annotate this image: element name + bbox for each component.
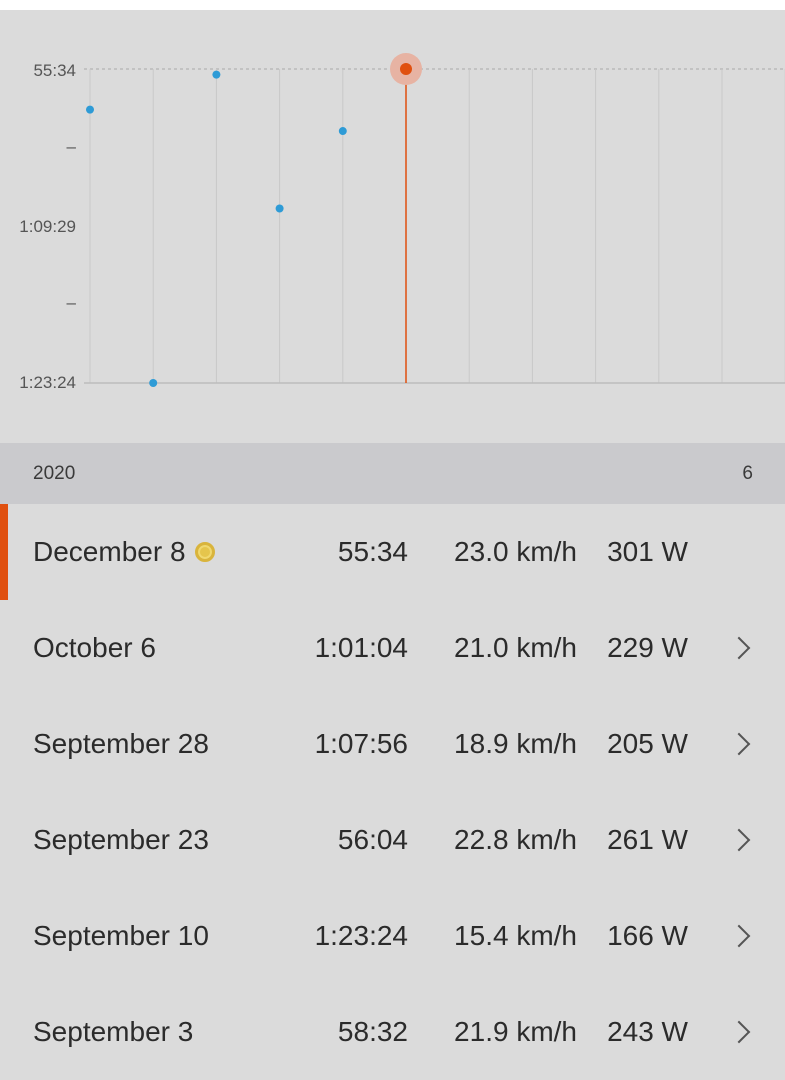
ride-row[interactable]: September 10 1:23:24 15.4 km/h 166 W <box>0 888 785 984</box>
ride-speed: 23.0 km/h <box>454 536 577 567</box>
y-tick-label: – <box>66 137 76 156</box>
chevron-right-icon[interactable] <box>727 636 751 660</box>
ride-time: 58:32 <box>337 1016 408 1047</box>
ride-power: 166 W <box>607 920 688 951</box>
ride-time: 1:01:04 <box>314 632 408 663</box>
ride-row[interactable]: December 8 55:34 23.0 km/h 301 W <box>0 504 785 600</box>
ride-speed: 21.0 km/h <box>454 632 577 663</box>
chart-point <box>212 70 221 79</box>
ride-power: 229 W <box>607 632 688 663</box>
ride-list: December 8 55:34 23.0 km/h 301 W October… <box>0 504 785 1080</box>
ride-power: 243 W <box>607 1016 688 1047</box>
ride-speed: 18.9 km/h <box>454 728 577 759</box>
y-tick-label: – <box>66 293 76 312</box>
ride-speed: 21.9 km/h <box>454 1016 577 1047</box>
ride-count: 6 <box>742 462 753 484</box>
ride-date: October 6 <box>33 632 156 663</box>
chart-point <box>338 127 347 136</box>
ride-time: 55:34 <box>337 536 408 567</box>
ride-row[interactable]: September 3 58:32 21.9 km/h 243 W <box>0 984 785 1080</box>
y-tick-label: 1:09:29 <box>19 217 76 236</box>
chart-point <box>149 379 158 387</box>
ride-row[interactable]: September 28 1:07:56 18.9 km/h 205 W <box>0 696 785 792</box>
ride-power: 205 W <box>607 728 688 759</box>
chart-point <box>86 105 94 114</box>
ride-date: September 23 <box>33 824 209 855</box>
chevron-right-icon[interactable] <box>727 732 751 756</box>
ride-date: September 3 <box>33 1016 194 1047</box>
y-tick-label: 55:34 <box>33 61 76 80</box>
ride-time: 56:04 <box>337 824 408 855</box>
ride-date: September 10 <box>33 920 209 951</box>
ride-speed: 15.4 km/h <box>454 920 577 951</box>
ride-speed: 22.8 km/h <box>454 824 577 855</box>
chart-canvas <box>84 53 785 387</box>
ride-row[interactable]: September 23 56:04 22.8 km/h 261 W <box>0 792 785 888</box>
chart-point-selected <box>400 63 412 75</box>
medal-icon <box>194 542 215 562</box>
ride-time-chart[interactable]: 55:34 – 1:09:29 – 1:23:24 <box>0 10 785 443</box>
ride-date: December 8 <box>33 536 186 567</box>
ride-date: September 28 <box>33 728 209 759</box>
chevron-right-icon[interactable] <box>727 828 751 852</box>
chart-point <box>275 204 284 213</box>
selected-indicator <box>0 504 8 600</box>
ride-power: 301 W <box>607 536 688 567</box>
top-strip <box>0 0 785 10</box>
year-section-header: 2020 6 <box>0 443 785 504</box>
ride-row[interactable]: October 6 1:01:04 21.0 km/h 229 W <box>0 600 785 696</box>
year-label: 2020 <box>33 462 76 484</box>
y-tick-label: 1:23:24 <box>19 373 76 392</box>
ride-time: 1:07:56 <box>314 728 408 759</box>
chevron-right-icon[interactable] <box>727 1020 751 1044</box>
chevron-right-icon[interactable] <box>727 924 751 948</box>
ride-power: 261 W <box>607 824 688 855</box>
ride-time: 1:23:24 <box>314 920 408 951</box>
